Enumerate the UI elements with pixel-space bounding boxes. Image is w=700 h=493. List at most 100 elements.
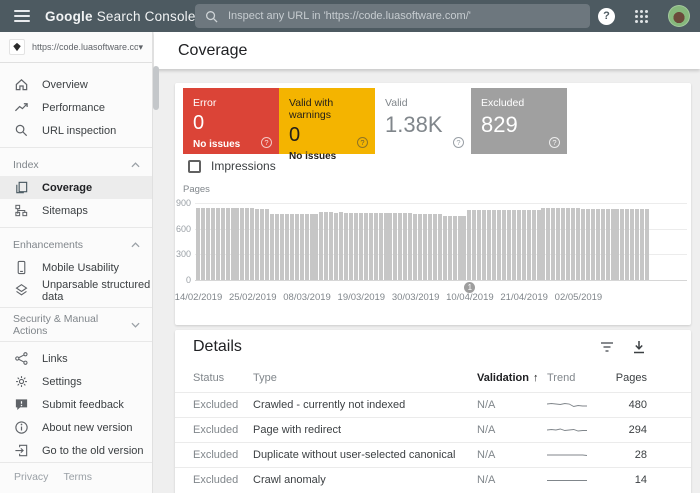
- google-search-console-app: GoogleSearch Console ? https://code.lua: [0, 0, 700, 493]
- sidebar-item-mobile-usability[interactable]: Mobile Usability: [0, 256, 152, 279]
- filter-icon[interactable]: [599, 339, 615, 355]
- sidebar-item-submit-feedback[interactable]: Submit feedback: [0, 393, 152, 416]
- help-icon[interactable]: ?: [598, 7, 615, 25]
- sidebar-item-go-to-the-old-version[interactable]: Go to the old version: [0, 439, 152, 462]
- sidebar-section-security-manual-actions[interactable]: Security & Manual Actions: [0, 313, 152, 337]
- impressions-label: Impressions: [211, 159, 276, 173]
- info-icon: [13, 420, 29, 436]
- chart-bar: [472, 209, 477, 280]
- sidebar-item-label: Settings: [42, 375, 82, 388]
- feedback-icon: [13, 397, 29, 413]
- chart-bar: [566, 208, 571, 280]
- trend-sparkline: [547, 474, 587, 486]
- sidebar-item-url-inspection[interactable]: URL inspection: [0, 119, 152, 142]
- download-icon[interactable]: [631, 339, 647, 355]
- chart-bar: [334, 212, 339, 280]
- details-actions: [599, 339, 647, 355]
- chart-bar: [442, 215, 447, 280]
- cell-validation: N/A: [477, 474, 496, 486]
- apps-grid-icon[interactable]: [634, 9, 649, 24]
- footer-link-privacy[interactable]: Privacy: [14, 471, 48, 483]
- old-version-icon: [13, 443, 29, 459]
- url-inspect-searchbar[interactable]: [195, 4, 590, 28]
- chart-bar: [595, 209, 600, 280]
- status-card-excluded[interactable]: Excluded 829?: [471, 88, 567, 154]
- chart-bar: [403, 213, 408, 280]
- column-header-pages[interactable]: Pages: [616, 372, 647, 384]
- chart-bar: [521, 210, 526, 280]
- sidebar: https://code.luasoftware.com/ ▾ Overview…: [0, 32, 153, 493]
- sidebar-item-links[interactable]: Links: [0, 347, 152, 370]
- property-selector[interactable]: https://code.luasoftware.com/ ▾: [0, 32, 152, 63]
- chart-bar: [615, 209, 620, 280]
- sidebar-scrollbar-thumb[interactable]: [153, 66, 159, 110]
- impressions-checkbox[interactable]: [188, 159, 201, 173]
- table-row[interactable]: Excluded Page with redirect N/A 294: [175, 417, 691, 442]
- menu-icon[interactable]: [14, 10, 30, 22]
- status-card-label: Valid with warnings: [289, 97, 334, 121]
- search-input[interactable]: [228, 10, 580, 22]
- help-icon[interactable]: ?: [549, 137, 560, 148]
- trend-sparkline: [546, 399, 587, 411]
- chart-bar: [571, 208, 576, 280]
- chart-bar: [556, 208, 561, 280]
- chart-bar: [393, 213, 398, 280]
- status-card-subtext: No issues: [193, 139, 241, 150]
- y-tick-label: 900: [175, 198, 191, 208]
- sidebar-item-unparsable-structured-data[interactable]: Unparsable structured data: [0, 279, 152, 303]
- sidebar-item-overview[interactable]: Overview: [0, 73, 152, 96]
- column-header-type[interactable]: Type: [253, 372, 277, 384]
- table-row[interactable]: Excluded Crawled - currently not indexed N…: [175, 392, 691, 417]
- sidebar-item-label: Performance: [42, 101, 105, 114]
- sidebar-section-index[interactable]: Index: [0, 153, 152, 176]
- x-tick-label: 10/04/2019: [446, 292, 494, 303]
- chevron-down-icon: [131, 319, 140, 331]
- chart-bar: [240, 207, 245, 280]
- chart-bar: [348, 213, 353, 280]
- cell-status: Excluded: [193, 399, 239, 411]
- sidebar-item-sitemaps[interactable]: Sitemaps: [0, 199, 152, 222]
- sidebar-item-about-new-version[interactable]: About new version: [0, 416, 152, 439]
- status-card-warning[interactable]: Valid with warnings 0 No issues?: [279, 88, 375, 162]
- chart-bar: [260, 208, 265, 280]
- footer-link-terms[interactable]: Terms: [63, 471, 92, 483]
- cell-status: Excluded: [193, 449, 239, 461]
- table-row[interactable]: Excluded Crawl anomaly N/A 14: [175, 467, 691, 492]
- sidebar-item-performance[interactable]: Performance: [0, 96, 152, 119]
- chart-bar: [324, 212, 329, 280]
- chart-bar: [457, 216, 462, 280]
- column-header-trend[interactable]: Trend: [547, 372, 575, 384]
- column-header-status[interactable]: Status: [193, 372, 224, 384]
- chart-bar: [215, 207, 220, 280]
- coverage-icon: [13, 180, 29, 196]
- column-header-validation[interactable]: Validation ↑: [477, 372, 538, 384]
- table-row[interactable]: Excluded Duplicate without user-selected …: [175, 442, 691, 467]
- chart-bar: [329, 212, 334, 280]
- sidebar-item-label: Links: [42, 352, 68, 365]
- chart-bar: [497, 209, 502, 280]
- help-icon[interactable]: ?: [453, 137, 464, 148]
- sidebar-item-coverage[interactable]: Coverage: [0, 176, 152, 199]
- cell-validation: N/A: [477, 399, 496, 411]
- sidebar-item-settings[interactable]: Settings: [0, 370, 152, 393]
- help-icon[interactable]: ?: [357, 137, 368, 148]
- sidebar-section-enhancements[interactable]: Enhancements: [0, 233, 152, 256]
- sidebar-divider: [0, 341, 152, 342]
- x-tick-label: 21/04/2019: [500, 292, 548, 303]
- x-tick-label: 14/02/2019: [174, 292, 223, 303]
- help-icon[interactable]: ?: [261, 137, 272, 148]
- trend-sparkline: [547, 449, 588, 461]
- impressions-toggle[interactable]: Impressions: [188, 159, 276, 173]
- status-card-valid[interactable]: Valid 1.38K?: [375, 88, 471, 154]
- chart-bar: [314, 213, 319, 280]
- status-card-error[interactable]: Error 0 No issues?: [183, 88, 279, 154]
- chart-bar: [353, 213, 358, 280]
- cell-pages: 294: [628, 424, 647, 436]
- cell-pages: 480: [628, 399, 647, 411]
- chart-bar: [541, 208, 546, 280]
- chart-bar: [645, 209, 650, 280]
- user-avatar[interactable]: [668, 5, 690, 27]
- app-logo: Google Search Console: [45, 9, 196, 24]
- chart-bar: [225, 207, 230, 280]
- links-icon: [13, 351, 29, 367]
